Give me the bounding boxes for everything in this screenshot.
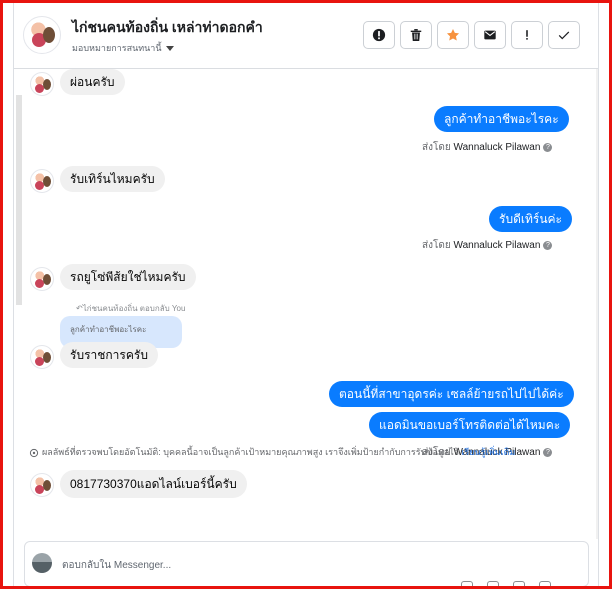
contact-avatar-small [30, 473, 54, 497]
contact-name[interactable]: ไก่ชนคนท้องถิ่น เหล่าท่าดอกคำ [72, 17, 263, 39]
help-icon[interactable]: ? [543, 142, 553, 152]
contact-avatar-small [30, 72, 54, 96]
scrollbar-thumb[interactable] [598, 479, 599, 503]
incoming-message: 0817730370แอดไลน์เบอร์นี้ครับ [60, 470, 247, 498]
spam-button[interactable] [511, 21, 543, 49]
envelope-icon [484, 30, 496, 40]
contact-avatar-small [30, 169, 54, 193]
incoming-message: รถยูโซ่พีส้ยใช่ไหมครับ [60, 264, 196, 290]
composer-tools [461, 581, 551, 586]
contact-avatar[interactable] [23, 16, 61, 54]
auto-detected-lead-note: ผลลัพธ์ที่ตรวจพบโดยอัตโนมัติ: บุคคลนี้อา… [29, 445, 569, 459]
image-icon[interactable] [487, 581, 499, 586]
trash-icon [410, 29, 422, 41]
reply-note: ↶ไก่ชนคนท้องถิ่น ตอบกลับ You [76, 304, 186, 313]
learn-more-link[interactable]: เรียนรู้เพิ่มเติม [461, 447, 515, 457]
assign-conversation-dropdown[interactable]: มอบหมายการสนทนานี้ [72, 41, 174, 55]
done-button[interactable] [548, 21, 580, 49]
star-button[interactable] [437, 21, 469, 49]
reply-input[interactable]: ตอบกลับใน Messenger... [62, 558, 171, 573]
outgoing-message: ลูกค้าทำอาชีพอะไรคะ [434, 106, 569, 132]
help-icon[interactable]: ? [543, 240, 553, 250]
outgoing-message: ตอนนี้ที่สาขาอุดรค่ะ เซลล์ย้ายรถไปไปได้ค… [329, 381, 574, 407]
incoming-message: รับราชการครับ [60, 342, 158, 368]
reply-composer[interactable]: ตอบกลับใน Messenger... [24, 541, 589, 586]
star-icon [446, 29, 460, 41]
check-icon [558, 31, 570, 40]
contact-avatar-small [30, 267, 54, 291]
sent-by-label: ส่งโดย Wannaluck Pilawan? [422, 238, 553, 253]
header-actions [363, 21, 580, 49]
outgoing-message: รับดีเทิร์นค่ะ [489, 206, 572, 232]
incoming-message: รับเทิร์นไหมครับ [60, 166, 165, 192]
message-thread: ผ่อนครับ ลูกค้าทำอาชีพอะไรคะ ส่งโดย Wann… [14, 69, 584, 539]
sparkle-icon [29, 448, 39, 457]
attachment-icon[interactable] [461, 581, 473, 586]
caret-down-icon [165, 46, 174, 52]
conversation-scrollbar[interactable] [596, 69, 599, 539]
mark-unread-button[interactable] [363, 21, 395, 49]
exclamation-icon [526, 30, 528, 40]
page-avatar [32, 553, 52, 573]
outgoing-message: แอดมินขอเบอร์โทรติดต่อได้ไหมคะ [369, 412, 571, 438]
delete-button[interactable] [400, 21, 432, 49]
saved-reply-icon[interactable] [539, 581, 551, 586]
inbox-conversation-panel: ไก่ชนคนท้องถิ่น เหล่าท่าดอกคำ มอบหมายการ… [13, 3, 599, 586]
contact-avatar-small [30, 345, 54, 369]
mark-unread-icon [372, 28, 386, 42]
conversation-header: ไก่ชนคนท้องถิ่น เหล่าท่าดอกคำ มอบหมายการ… [14, 3, 598, 69]
assign-label: มอบหมายการสนทนานี้ [72, 43, 162, 53]
emoji-icon[interactable] [513, 581, 525, 586]
incoming-message: ผ่อนครับ [60, 69, 125, 95]
email-button[interactable] [474, 21, 506, 49]
sent-by-label: ส่งโดย Wannaluck Pilawan? [422, 140, 553, 155]
